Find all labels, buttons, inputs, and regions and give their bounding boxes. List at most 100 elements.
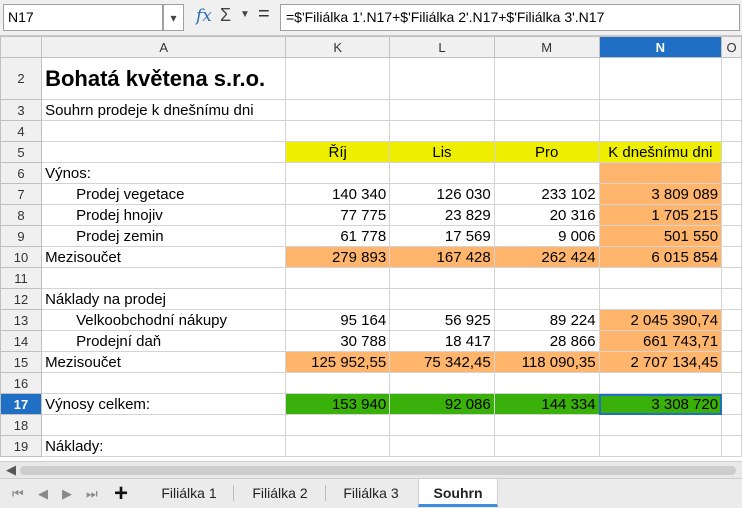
subtotal-cell[interactable]: 125 952,55: [285, 351, 391, 373]
sheet-tab-active[interactable]: Souhrn: [418, 479, 498, 507]
cell[interactable]: [721, 120, 742, 142]
value-cell[interactable]: 77 775: [285, 204, 391, 226]
cell[interactable]: [721, 225, 742, 247]
subtotal-cell[interactable]: 279 893: [285, 246, 391, 268]
cell[interactable]: [721, 141, 742, 163]
month-header-cell[interactable]: Lis: [389, 141, 495, 163]
row-header[interactable]: 12: [0, 288, 43, 310]
name-box-dropdown-icon[interactable]: ▾: [163, 4, 184, 31]
cell[interactable]: [721, 414, 742, 436]
value-cell[interactable]: 61 778: [285, 225, 391, 247]
cell[interactable]: [598, 414, 723, 436]
label-cell[interactable]: Výnosy celkem:: [41, 393, 287, 415]
row-header[interactable]: 11: [0, 267, 43, 289]
prev-sheet-icon[interactable]: ◀: [38, 486, 48, 502]
cell[interactable]: [493, 372, 600, 394]
label-cell[interactable]: Velkoobchodní nákupy: [41, 309, 287, 331]
cell[interactable]: [493, 435, 600, 457]
cell[interactable]: [493, 162, 600, 184]
row-header[interactable]: 16: [0, 372, 43, 394]
total-cell[interactable]: 661 743,71: [598, 330, 723, 352]
cell[interactable]: [493, 414, 600, 436]
row-header[interactable]: 4: [0, 120, 43, 142]
label-cell[interactable]: Prodej zemin: [41, 225, 287, 247]
cell[interactable]: [285, 435, 391, 457]
cell[interactable]: [41, 414, 287, 436]
row-header-selected[interactable]: 17: [0, 393, 43, 415]
sum-dropdown-icon[interactable]: ▼: [240, 9, 250, 20]
column-header[interactable]: L: [389, 36, 495, 58]
cell[interactable]: [285, 162, 391, 184]
cell[interactable]: [598, 99, 723, 121]
last-sheet-icon[interactable]: ⏭: [86, 486, 98, 502]
value-cell[interactable]: 17 569: [389, 225, 495, 247]
active-cell[interactable]: 3 308 720: [598, 393, 723, 415]
row-header[interactable]: 19: [0, 435, 43, 457]
cell[interactable]: [493, 57, 600, 100]
next-sheet-icon[interactable]: ▶: [62, 486, 72, 502]
cell[interactable]: [721, 309, 742, 331]
cell[interactable]: [285, 267, 391, 289]
total-header-cell[interactable]: K dnešnímu dni: [598, 141, 723, 163]
subtotal-cell[interactable]: 118 090,35: [493, 351, 600, 373]
label-cell[interactable]: Mezisoučet: [41, 351, 287, 373]
column-header[interactable]: O: [721, 36, 742, 58]
subtotal-cell[interactable]: 75 342,45: [389, 351, 495, 373]
row-header[interactable]: 2: [0, 57, 43, 100]
cell[interactable]: [598, 288, 723, 310]
cell[interactable]: [721, 372, 742, 394]
column-header[interactable]: M: [493, 36, 600, 58]
cell[interactable]: [389, 267, 495, 289]
value-cell[interactable]: 18 417: [389, 330, 495, 352]
cell[interactable]: [41, 267, 287, 289]
cell[interactable]: [285, 372, 391, 394]
label-cell[interactable]: Náklady na prodej: [41, 288, 287, 310]
cell[interactable]: [389, 57, 495, 100]
label-cell[interactable]: Náklady:: [41, 435, 287, 457]
grand-total-cell[interactable]: 92 086: [389, 393, 495, 415]
cell[interactable]: [389, 435, 495, 457]
cell[interactable]: [721, 330, 742, 352]
cell[interactable]: [389, 372, 495, 394]
value-cell[interactable]: 95 164: [285, 309, 391, 331]
cell[interactable]: [493, 288, 600, 310]
row-header[interactable]: 6: [0, 162, 43, 184]
first-sheet-icon[interactable]: ⏮: [12, 486, 24, 502]
value-cell[interactable]: 140 340: [285, 183, 391, 205]
sheet-tab[interactable]: Filiálka 2: [238, 479, 322, 507]
value-cell[interactable]: 89 224: [493, 309, 600, 331]
grand-total-cell[interactable]: 144 334: [493, 393, 600, 415]
value-cell[interactable]: 233 102: [493, 183, 600, 205]
row-header[interactable]: 3: [0, 99, 43, 121]
month-header-cell[interactable]: Pro: [493, 141, 600, 163]
cell[interactable]: [721, 435, 742, 457]
cell[interactable]: [721, 351, 742, 373]
total-cell[interactable]: 3 809 089: [598, 183, 723, 205]
value-cell[interactable]: 28 866: [493, 330, 600, 352]
name-box[interactable]: N17: [3, 4, 163, 31]
cell[interactable]: [721, 183, 742, 205]
spreadsheet-grid[interactable]: A K L M N O 2 Bohatá květena s.r.o. 3 So…: [0, 36, 742, 461]
company-title[interactable]: Bohatá květena s.r.o.: [41, 57, 287, 100]
column-header[interactable]: A: [41, 36, 287, 58]
row-header[interactable]: 14: [0, 330, 43, 352]
cell[interactable]: [598, 120, 723, 142]
value-cell[interactable]: 56 925: [389, 309, 495, 331]
row-header[interactable]: 18: [0, 414, 43, 436]
cell[interactable]: [285, 120, 391, 142]
cell[interactable]: [389, 414, 495, 436]
cell[interactable]: [41, 141, 287, 163]
total-cell[interactable]: 6 015 854: [598, 246, 723, 268]
value-cell[interactable]: 20 316: [493, 204, 600, 226]
formula-input[interactable]: =$'Filiálka 1'.N17+$'Filiálka 2'.N17+$'F…: [280, 4, 740, 31]
cell[interactable]: [721, 162, 742, 184]
sheet-tab[interactable]: Filiálka 1: [148, 479, 230, 507]
sheet-tab[interactable]: Filiálka 3: [330, 479, 412, 507]
subtotal-cell[interactable]: 262 424: [493, 246, 600, 268]
cell[interactable]: [493, 99, 600, 121]
label-cell[interactable]: Prodejní daň: [41, 330, 287, 352]
scrollbar-thumb[interactable]: [20, 466, 736, 475]
cell[interactable]: [721, 204, 742, 226]
row-header[interactable]: 10: [0, 246, 43, 268]
label-cell[interactable]: Prodej hnojiv: [41, 204, 287, 226]
